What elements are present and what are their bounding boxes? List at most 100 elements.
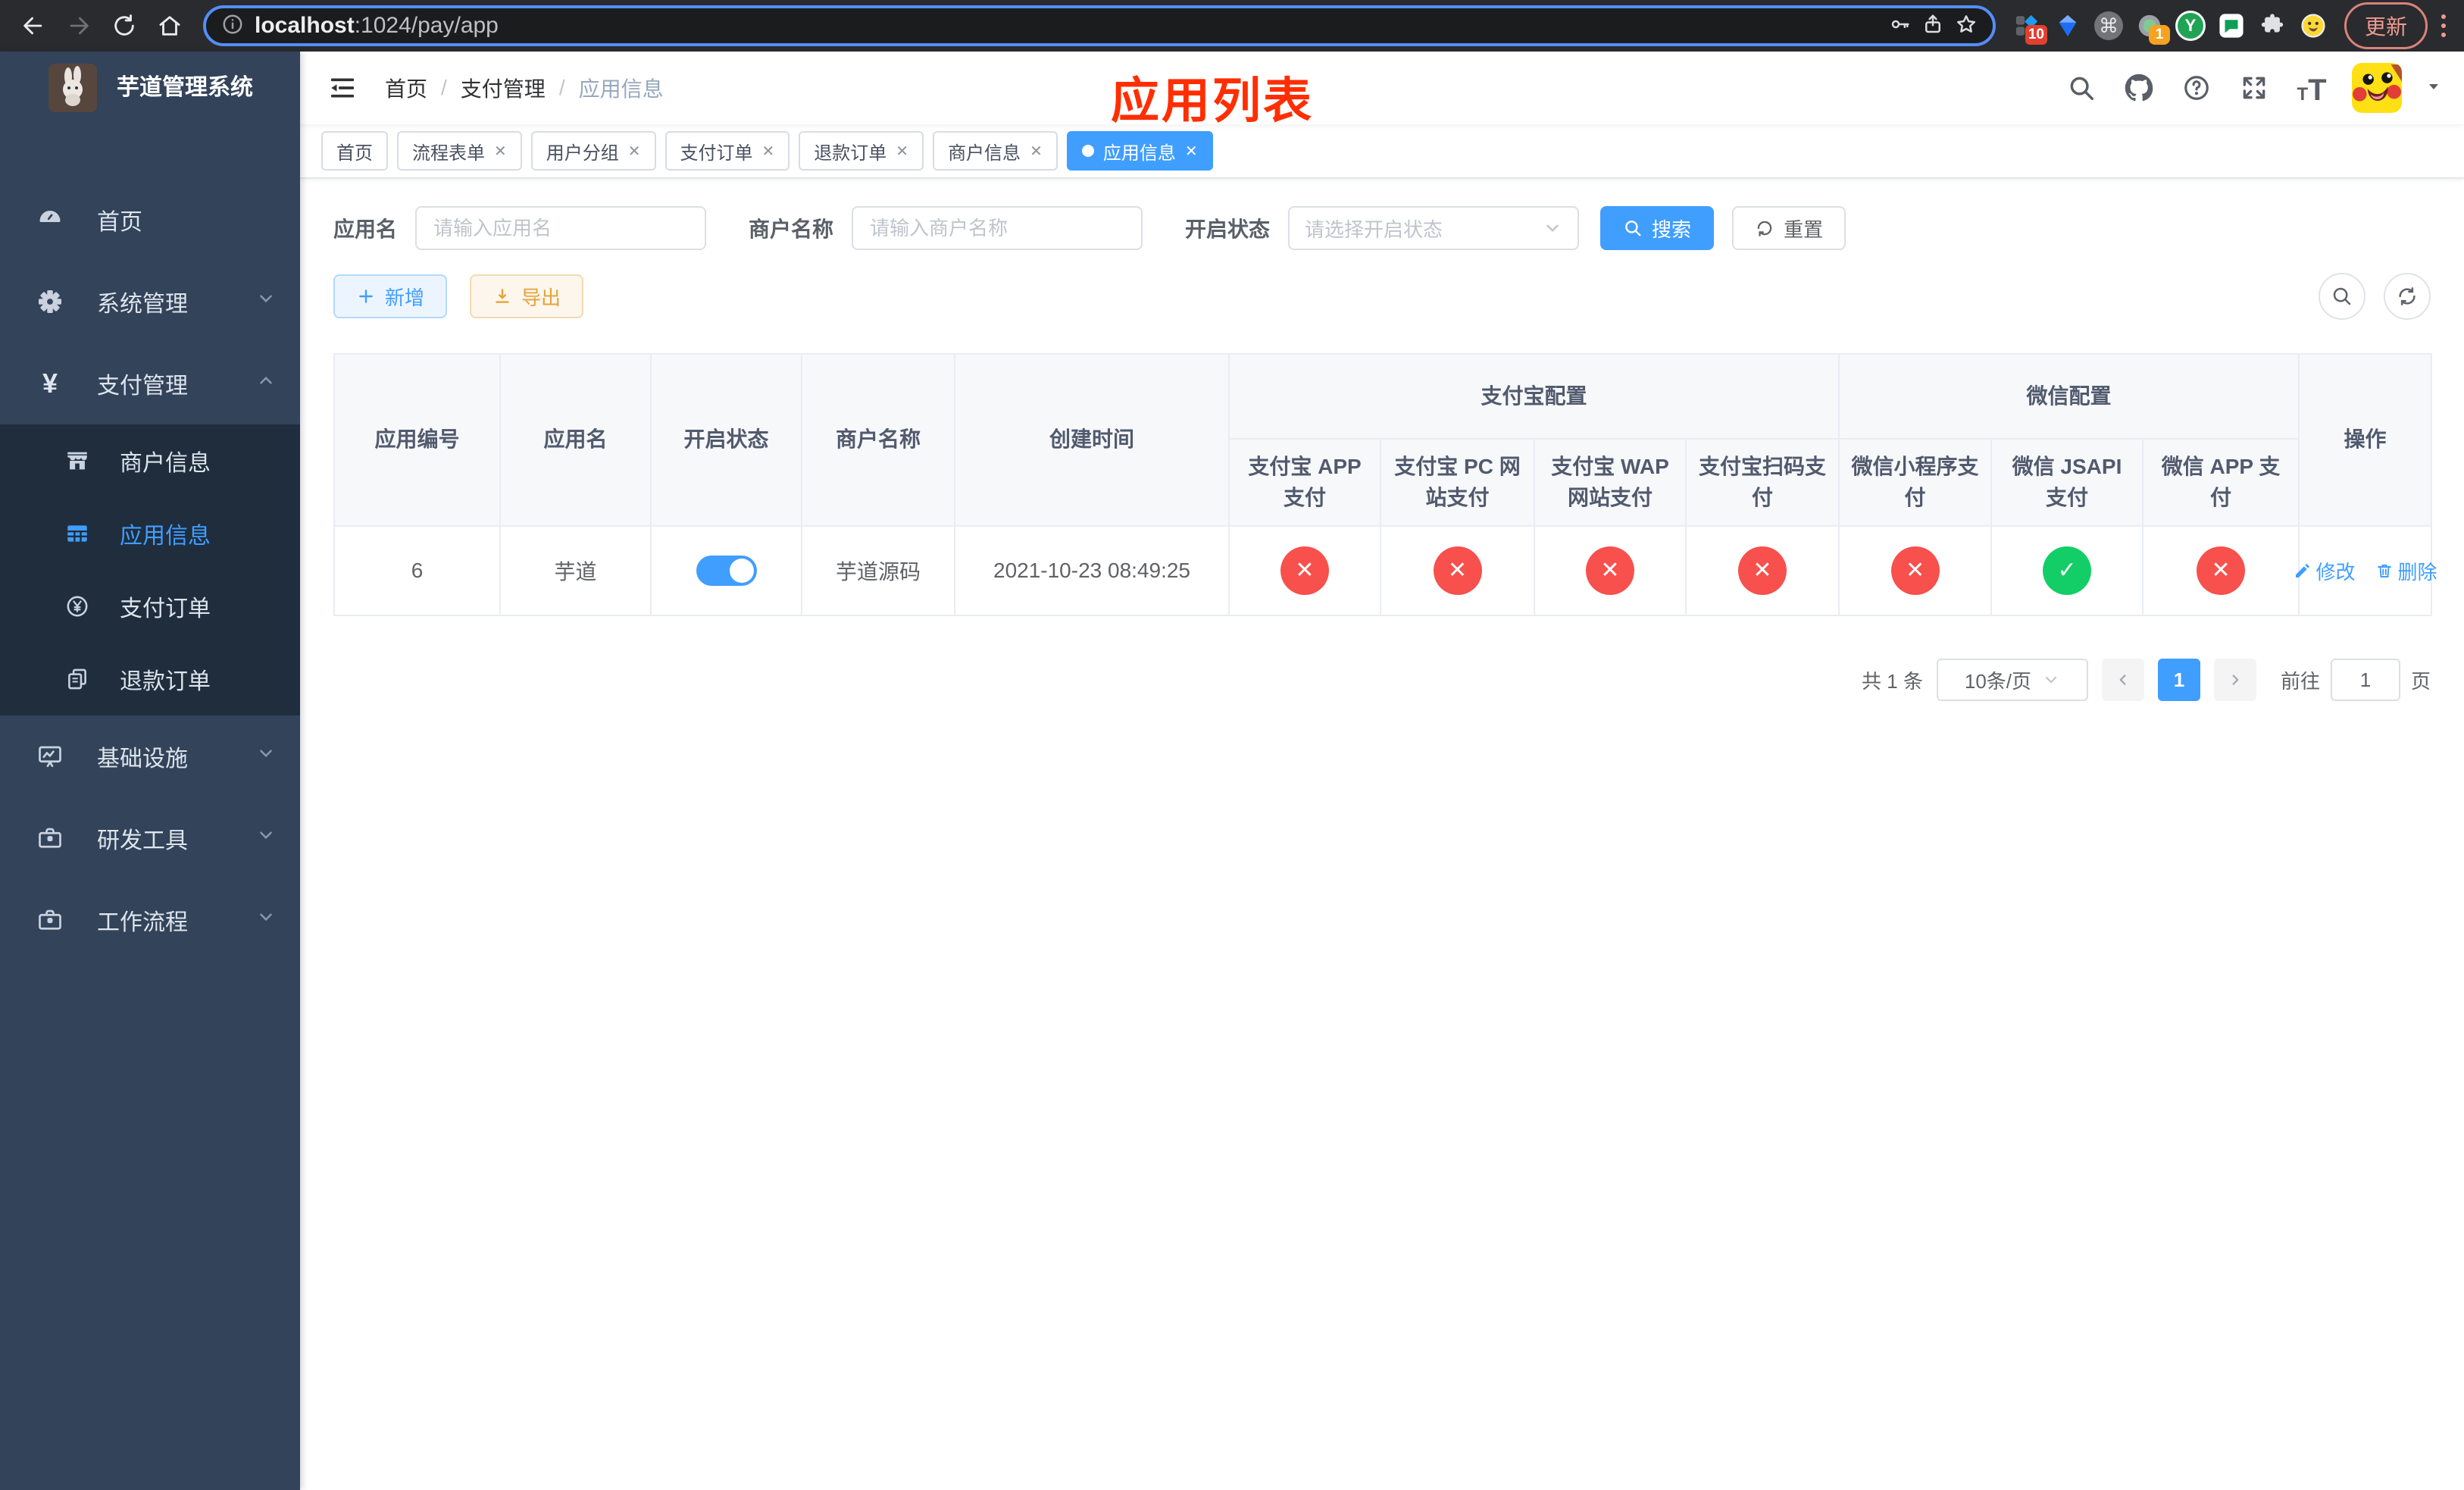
breadcrumb-separator: / <box>441 76 447 99</box>
prev-page-button[interactable] <box>2101 659 2144 702</box>
app-name-label: 应用名 <box>333 218 398 241</box>
sidebar-item-pay-orders[interactable]: 支付订单 <box>0 570 300 643</box>
reset-button[interactable]: 重置 <box>1732 206 1846 250</box>
github-icon[interactable] <box>2122 70 2156 105</box>
tab-merchant-info[interactable]: 商户信息 ✕ <box>933 131 1058 171</box>
close-icon[interactable]: ✕ <box>494 142 507 161</box>
chevron-down-icon <box>2045 677 2057 684</box>
breadcrumb-home[interactable]: 首页 <box>385 73 427 103</box>
address-bar[interactable]: localhost:1024/pay/app <box>203 5 1996 46</box>
extension-chat-icon[interactable] <box>2214 8 2249 43</box>
reload-button[interactable] <box>105 6 144 45</box>
col-header-wechat-jsapi: 微信 JSAPI 支付 <box>1990 437 2144 527</box>
sidebar-item-app-info[interactable]: 应用信息 <box>0 497 300 570</box>
tab-refund-orders[interactable]: 退款订单 ✕ <box>799 131 924 171</box>
sidebar-item-label: 系统管理 <box>97 292 188 317</box>
delete-link[interactable]: 删除 <box>2375 557 2437 585</box>
chevron-down-icon <box>256 907 276 933</box>
sidebar-item-payment[interactable]: ¥ 支付管理 <box>0 343 300 424</box>
page-number-active[interactable]: 1 <box>2157 659 2200 702</box>
logo-row[interactable]: 芋道管理系统 <box>0 52 300 179</box>
extensions-puzzle-icon[interactable] <box>2255 8 2290 43</box>
cell-created: 2021-10-23 08:49:25 <box>954 525 1230 617</box>
password-key-icon[interactable] <box>1888 13 1911 39</box>
search-button[interactable]: 搜索 <box>1600 206 1715 250</box>
sidebar-item-home[interactable]: 首页 <box>0 179 300 261</box>
breadcrumb-payment[interactable]: 支付管理 <box>461 73 546 103</box>
close-icon[interactable]: ✕ <box>1030 142 1043 161</box>
sidebar-item-dev-tools[interactable]: 研发工具 <box>0 797 300 879</box>
tab-user-group[interactable]: 用户分组 ✕ <box>530 131 656 171</box>
status-select[interactable]: 请选择开启状态 <box>1288 206 1580 250</box>
avatar-caret-icon[interactable] <box>2425 77 2443 99</box>
tab-pay-orders[interactable]: 支付订单 ✕ <box>664 131 790 171</box>
extension-command-icon[interactable]: ⌘ <box>2091 8 2126 43</box>
extension-kite-icon[interactable] <box>2050 8 2085 43</box>
wechat-lite-status-icon: ✕ <box>1890 546 1940 596</box>
sidebar-menu: 首页 系统管理 ¥ 支付管理 商户信息 应用信息 支付订单 退款订单 基础设施 … <box>0 179 300 961</box>
status-select-placeholder: 请选择开启状态 <box>1305 218 1443 241</box>
close-icon[interactable]: ✕ <box>762 142 775 161</box>
goto-page-input[interactable] <box>2330 659 2400 702</box>
header-search-icon[interactable] <box>2064 70 2099 105</box>
sidebar: 芋道管理系统 首页 系统管理 ¥ 支付管理 商户信息 应用信息 支付订单 退款订… <box>0 52 300 1490</box>
add-button[interactable]: 新增 <box>333 274 448 318</box>
sidebar-item-infrastructure[interactable]: 基础设施 <box>0 715 300 797</box>
home-button[interactable] <box>150 6 189 45</box>
col-header-merchant: 商户名称 <box>801 352 955 527</box>
font-size-icon[interactable]: TT <box>2294 70 2329 105</box>
tab-process-form[interactable]: 流程表单 ✕ <box>397 131 522 171</box>
merchant-name-input[interactable] <box>852 206 1143 250</box>
browser-update-button[interactable]: 更新 <box>2344 2 2428 49</box>
breadcrumb: 首页 / 支付管理 / 应用信息 <box>385 73 664 103</box>
col-header-ops: 操作 <box>2298 352 2433 527</box>
close-icon[interactable]: ✕ <box>896 142 908 161</box>
refresh-table-button[interactable] <box>2384 273 2431 320</box>
profile-emoji-icon[interactable] <box>2296 8 2331 43</box>
cell-status <box>650 525 802 617</box>
extension-proxy-icon[interactable]: 1 <box>2132 8 2170 45</box>
export-button[interactable]: 导出 <box>470 274 584 318</box>
wechat-app-status-icon: ✕ <box>2197 546 2246 596</box>
extension-y-icon[interactable]: Y <box>2173 8 2208 43</box>
user-avatar[interactable] <box>2352 63 2402 113</box>
edit-link[interactable]: 修改 <box>2294 557 2356 585</box>
fullscreen-icon[interactable] <box>2237 70 2272 105</box>
browser-menu-icon[interactable] <box>2441 14 2446 37</box>
alipay-wap-status-icon: ✕ <box>1586 546 1634 596</box>
active-tab-dot <box>1081 145 1094 157</box>
url-path: :1024/pay/app <box>354 13 499 38</box>
col-header-wechat-app: 微信 APP 支付 <box>2142 437 2300 527</box>
chevron-right-icon <box>2232 675 2239 685</box>
dashboard-icon <box>33 206 67 233</box>
group-header-wechat: 微信配置 <box>1838 353 2300 440</box>
forward-button[interactable] <box>59 6 98 45</box>
close-icon[interactable]: ✕ <box>628 142 641 161</box>
sidebar-collapse-button[interactable] <box>321 67 364 109</box>
site-info-icon[interactable] <box>221 13 244 39</box>
pagination: 共 1 条 10条/页 1 前往 页 <box>333 659 2431 702</box>
tab-home[interactable]: 首页 <box>321 131 388 171</box>
enable-toggle[interactable] <box>696 556 757 587</box>
bookmark-star-icon[interactable] <box>1955 13 1978 39</box>
next-page-button[interactable] <box>2213 659 2256 702</box>
download-icon <box>496 289 509 303</box>
sidebar-item-merchant-info[interactable]: 商户信息 <box>0 424 300 497</box>
search-icon <box>1625 221 1641 236</box>
refresh-icon <box>1757 221 1772 236</box>
status-label: 开启状态 <box>1185 218 1271 241</box>
sidebar-item-workflow[interactable]: 工作流程 <box>0 879 300 961</box>
sidebar-item-system[interactable]: 系统管理 <box>0 261 300 343</box>
close-icon[interactable]: ✕ <box>1185 142 1198 161</box>
share-icon[interactable] <box>1921 13 1944 39</box>
toggle-search-button[interactable] <box>2319 273 2366 320</box>
help-icon[interactable] <box>2179 70 2214 105</box>
back-button[interactable] <box>14 6 53 45</box>
tags-view-bar: 首页 流程表单 ✕ 用户分组 ✕ 支付订单 ✕ 退款订单 ✕ 商户信息 ✕ 应用… <box>300 124 2464 179</box>
page-size-select[interactable]: 10条/页 <box>1936 659 2088 702</box>
sidebar-item-refund-orders[interactable]: 退款订单 <box>0 643 300 715</box>
extension-workflow-icon[interactable]: 10 <box>2009 8 2047 45</box>
col-header-alipay-app: 支付宝 APP 支付 <box>1228 437 1381 527</box>
app-name-input[interactable] <box>415 206 707 250</box>
tab-app-info[interactable]: 应用信息 ✕ <box>1066 131 1213 171</box>
